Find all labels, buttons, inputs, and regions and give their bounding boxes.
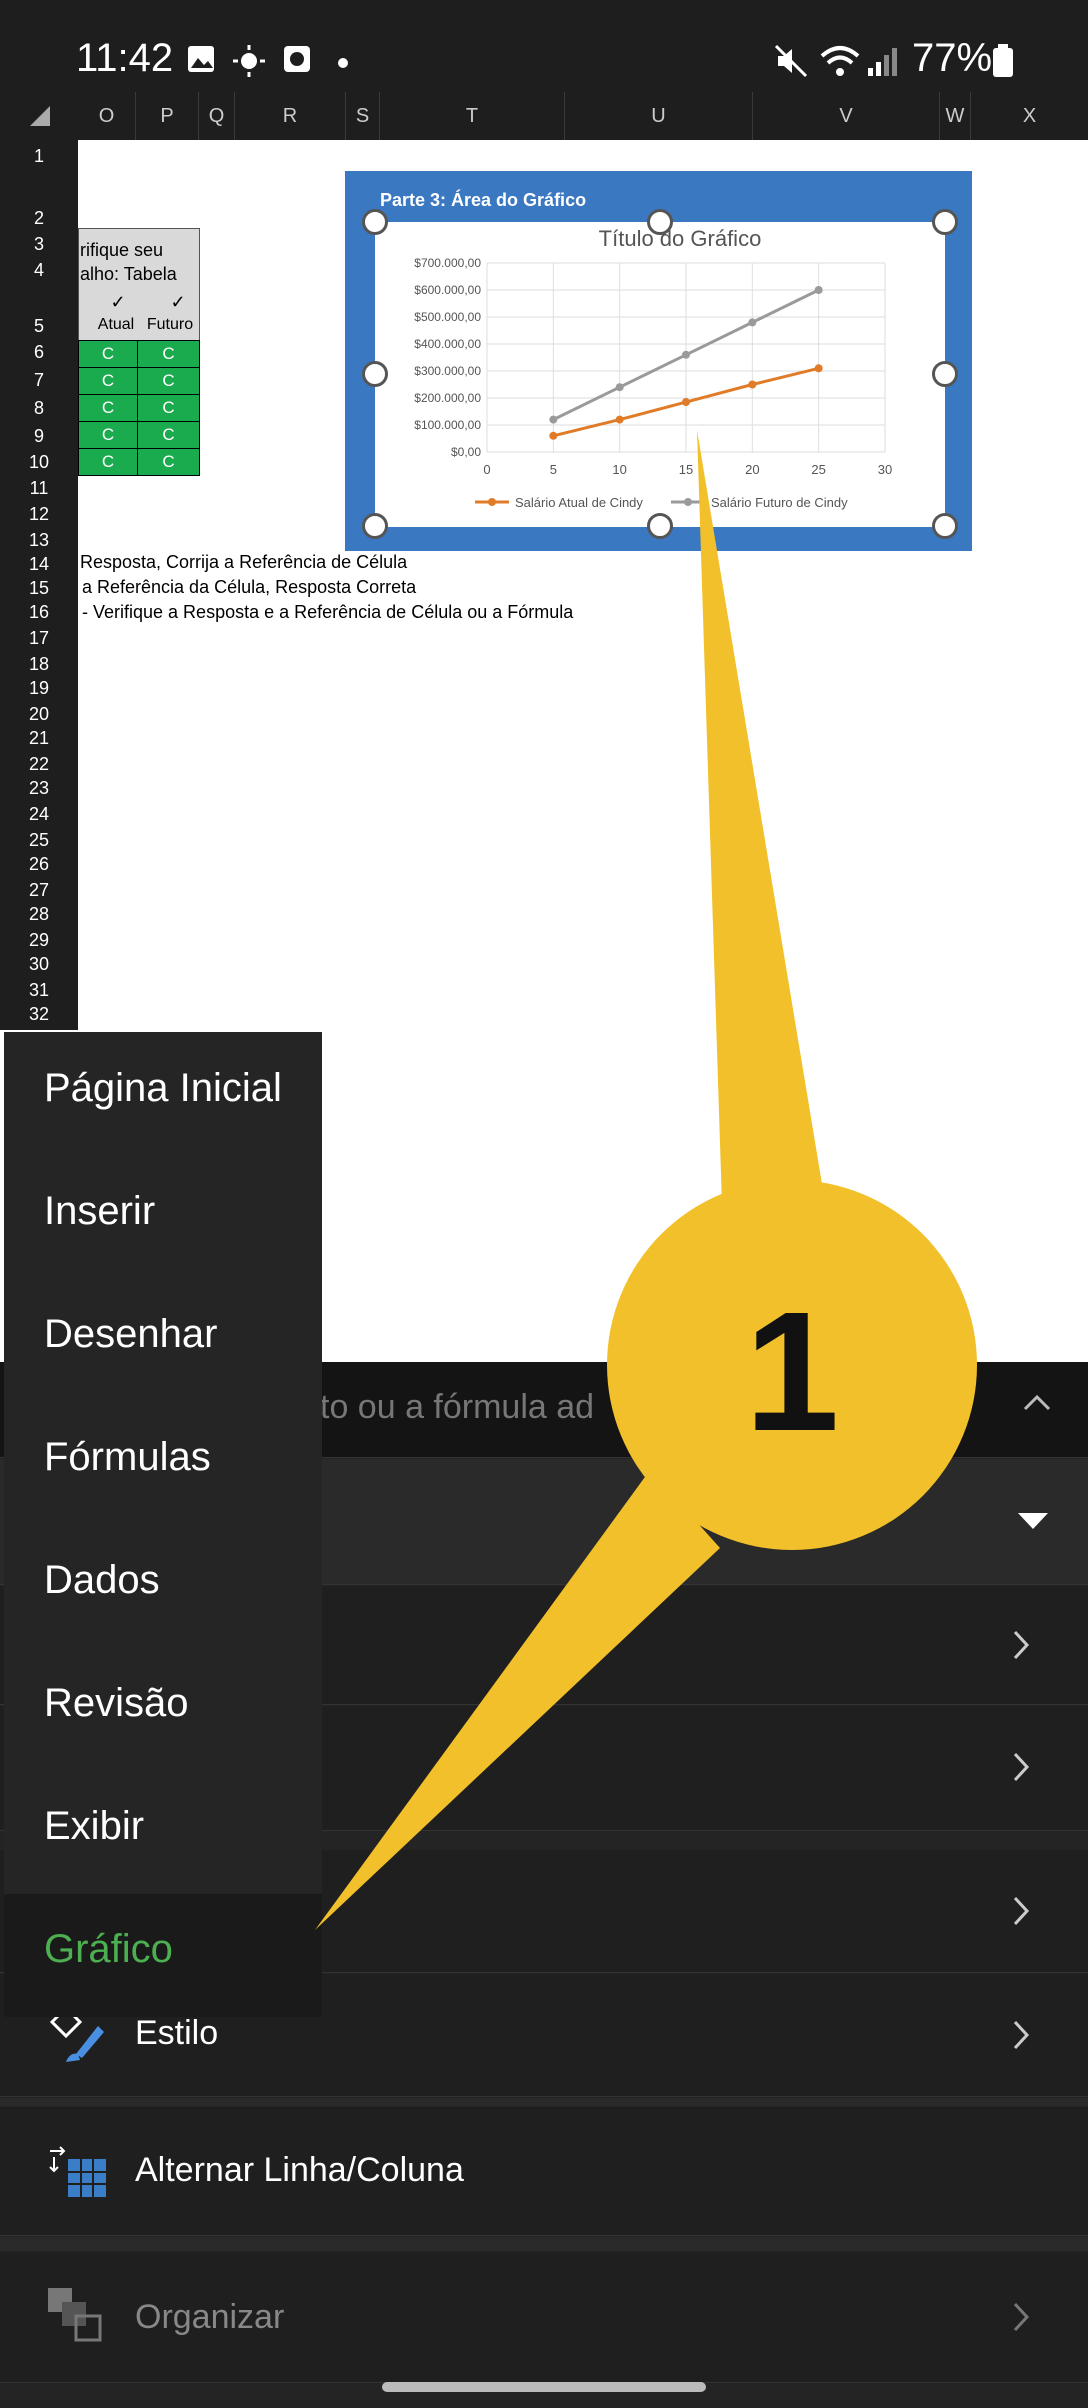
callout-number: 1 [745, 1277, 840, 1467]
gesture-nav-bar[interactable] [382, 2382, 706, 2392]
callout-annotation: 1 [315, 430, 977, 1930]
callout-pointer-up [697, 430, 823, 1205]
callout-pointer-down [315, 1470, 720, 1930]
